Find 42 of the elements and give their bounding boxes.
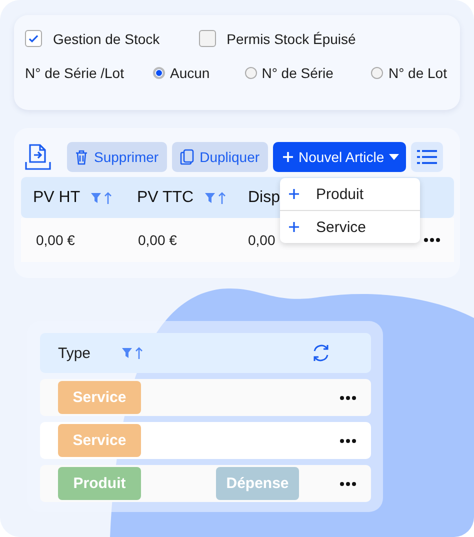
table-cell-text: 0,00 € xyxy=(138,232,178,248)
type-tag: Service xyxy=(58,381,141,414)
table-cell-text: 0,00 xyxy=(248,232,276,248)
radio-button[interactable] xyxy=(153,67,165,79)
plus-icon xyxy=(282,151,294,163)
checkbox-label: Permis Stock Épuisé xyxy=(226,30,356,46)
column-header: PV HT xyxy=(33,188,80,206)
delete-button[interactable]: Supprimer xyxy=(67,142,167,172)
field-label: N° de Série /Lot xyxy=(25,65,125,81)
radio-label: N° de Série xyxy=(262,65,334,81)
more-icon[interactable] xyxy=(340,439,356,443)
more-icon[interactable] xyxy=(424,238,440,242)
checkbox-label: Gestion de Stock xyxy=(53,30,160,46)
duplicate-button[interactable]: Dupliquer xyxy=(172,142,268,172)
filter-sort-icon[interactable] xyxy=(120,346,145,360)
column-header: Type xyxy=(58,344,91,362)
filter-sort-icon[interactable] xyxy=(204,190,228,204)
radio-label: Aucun xyxy=(170,65,210,81)
column-header: PV TTC xyxy=(137,188,194,206)
plus-icon xyxy=(288,221,300,233)
radio-button[interactable] xyxy=(244,67,257,79)
plus-icon xyxy=(288,188,300,200)
import-icon[interactable] xyxy=(25,144,51,170)
menu-item[interactable]: Produit xyxy=(280,178,420,210)
trash-icon xyxy=(75,150,88,164)
type-tag: Service xyxy=(58,424,141,457)
type-tag: Dépense xyxy=(216,467,299,500)
copy-icon xyxy=(180,149,194,165)
radio-label: N° de Lot xyxy=(388,65,447,81)
more-icon[interactable] xyxy=(340,482,356,486)
checkbox[interactable] xyxy=(25,30,42,47)
menu-item[interactable]: Service xyxy=(280,210,420,243)
list-view-button[interactable] xyxy=(411,142,444,172)
more-icon[interactable] xyxy=(340,396,356,400)
list-icon xyxy=(417,149,438,165)
radio-button[interactable] xyxy=(371,67,384,79)
table-cell-text: 0,00 € xyxy=(36,232,76,248)
column-header: Disp xyxy=(248,188,280,206)
checkbox[interactable] xyxy=(198,30,216,47)
new-article-button[interactable]: Nouvel Article xyxy=(272,142,406,172)
type-tag: Produit xyxy=(58,467,141,500)
caret-icon xyxy=(389,154,400,160)
